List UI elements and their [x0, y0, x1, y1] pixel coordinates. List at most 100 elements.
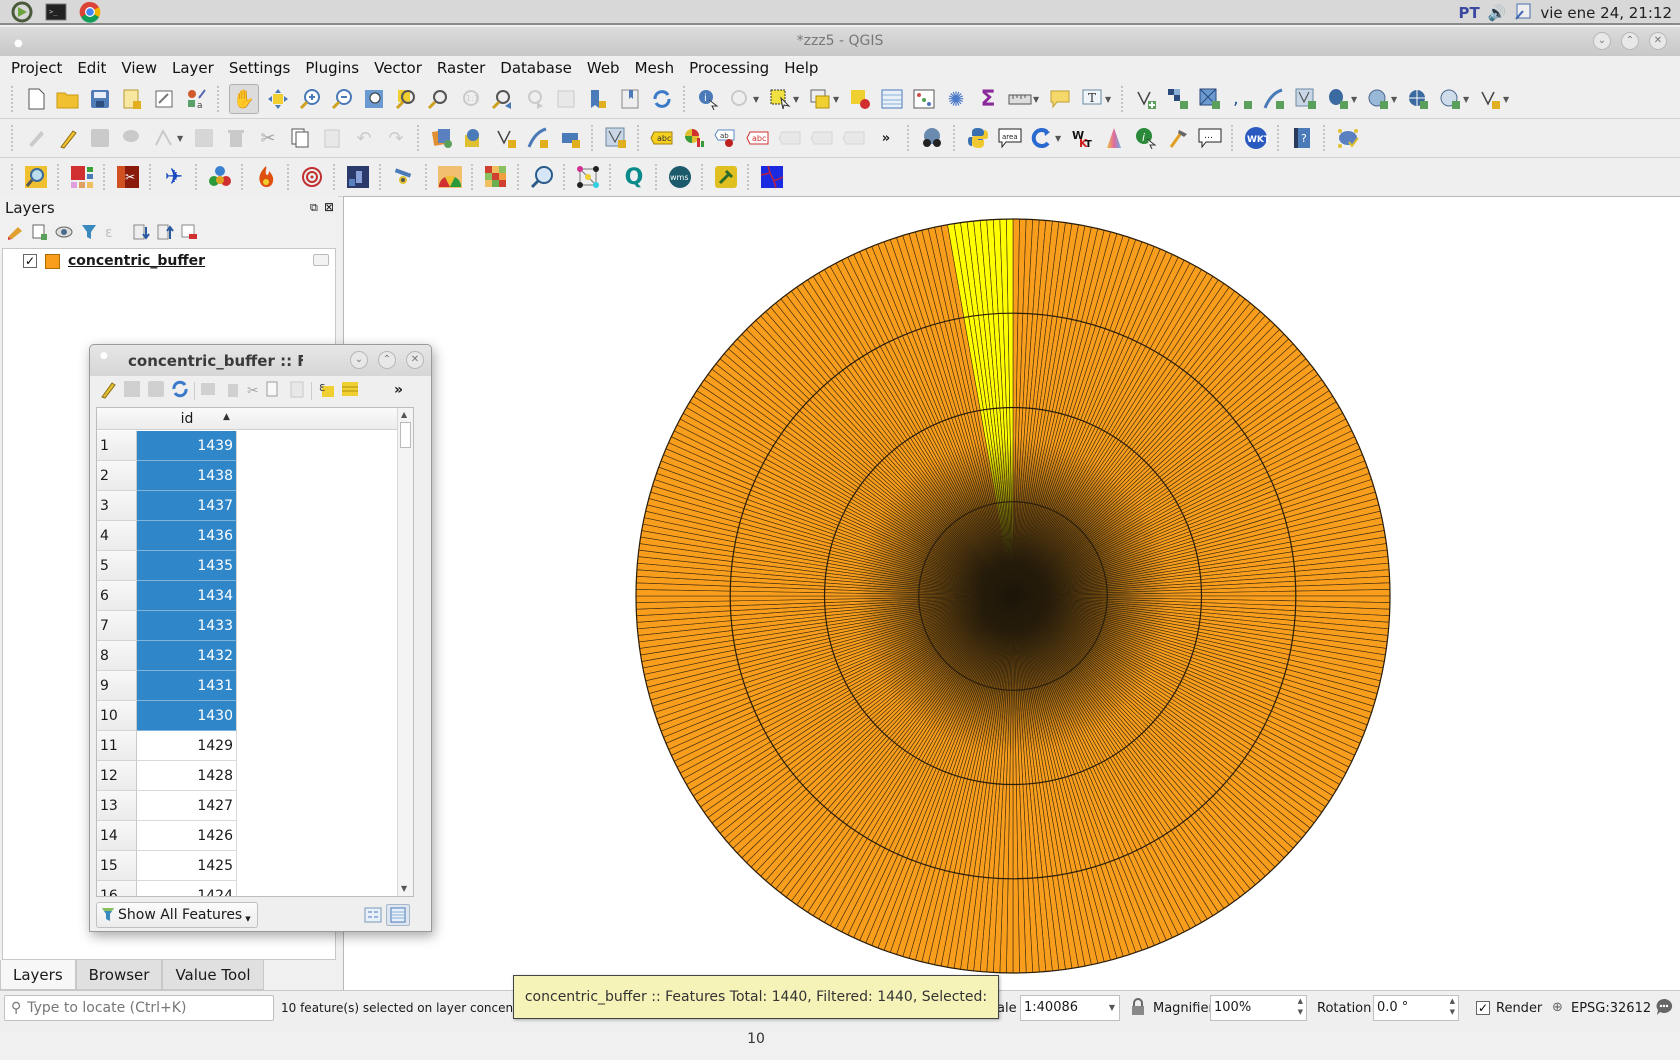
- identify-features-icon[interactable]: i: [695, 86, 721, 112]
- style-layer-icon[interactable]: [6, 223, 24, 245]
- layer-symbol-swatch[interactable]: [45, 253, 60, 269]
- toolbar-handle[interactable]: [563, 164, 567, 190]
- row-header[interactable]: 7: [97, 611, 137, 641]
- terminal-icon[interactable]: >_: [44, 1, 68, 23]
- show-bookmarks-icon[interactable]: [617, 86, 643, 112]
- open-project-icon[interactable]: [55, 86, 81, 112]
- undo-icon[interactable]: ↶: [351, 125, 377, 151]
- lock-scale-icon[interactable]: [1131, 998, 1145, 1020]
- close-button[interactable]: ✕: [1649, 32, 1667, 50]
- run-feature-action-icon[interactable]: [727, 86, 753, 112]
- row-header[interactable]: 3: [97, 491, 137, 521]
- remove-layer-icon[interactable]: [180, 223, 198, 245]
- new-memory-layer-icon[interactable]: [557, 125, 583, 151]
- layout-manager-icon[interactable]: [151, 86, 177, 112]
- chevron-down-icon[interactable]: ▼: [753, 95, 761, 104]
- multi-edit-icon[interactable]: [122, 379, 142, 403]
- toolbar-handle[interactable]: [149, 164, 153, 190]
- column-header-id[interactable]: id: [137, 408, 237, 430]
- chevron-down-icon[interactable]: ▼: [1033, 95, 1041, 104]
- menu-mesh[interactable]: Mesh: [635, 59, 675, 77]
- save-edits-icon[interactable]: [146, 379, 166, 403]
- toggle-editing-icon[interactable]: [98, 379, 118, 403]
- pin-labels-icon[interactable]: ab: [713, 125, 739, 151]
- menu-database[interactable]: Database: [500, 59, 572, 77]
- heatmap-plugin-icon[interactable]: [253, 164, 279, 190]
- chevron-down-icon[interactable]: ▼: [177, 134, 185, 143]
- attr-minimize-button[interactable]: ⌄: [350, 351, 368, 369]
- row-header[interactable]: 6: [97, 581, 137, 611]
- cell-id[interactable]: 1429: [137, 731, 237, 761]
- row-header[interactable]: 12: [97, 761, 137, 791]
- table-row[interactable]: 8 1432: [97, 641, 397, 671]
- map-tips-icon[interactable]: [1047, 86, 1073, 112]
- add-postgis-layer-icon[interactable]: [1325, 86, 1351, 112]
- table-row[interactable]: 2 1438: [97, 461, 397, 491]
- chevron-down-icon[interactable]: ▼: [833, 95, 841, 104]
- add-group-icon[interactable]: [30, 223, 48, 245]
- row-header[interactable]: 15: [97, 851, 137, 881]
- row-header[interactable]: 16: [97, 881, 137, 896]
- row-header[interactable]: 1: [97, 431, 137, 461]
- toolbar-handle[interactable]: [591, 125, 595, 151]
- zoom-to-layer-icon[interactable]: [425, 86, 451, 112]
- refresh-icon[interactable]: [649, 86, 675, 112]
- cell-id[interactable]: 1439: [137, 431, 237, 461]
- paste-icon[interactable]: [287, 379, 307, 403]
- table-row[interactable]: 4 1436: [97, 521, 397, 551]
- zoom-full-icon[interactable]: [361, 86, 387, 112]
- cell-id[interactable]: 1436: [137, 521, 237, 551]
- keyboard-layout-indicator[interactable]: PT: [1458, 4, 1479, 22]
- quickmapservices-icon[interactable]: Q: [621, 164, 647, 190]
- maximize-button[interactable]: ⌃: [1621, 32, 1639, 50]
- row-header[interactable]: 14: [97, 821, 137, 851]
- table-row[interactable]: 10 1430: [97, 701, 397, 731]
- menu-settings[interactable]: Settings: [229, 59, 291, 77]
- cell-id[interactable]: 1435: [137, 551, 237, 581]
- cell-id[interactable]: 1428: [137, 761, 237, 791]
- cell-id[interactable]: 1431: [137, 671, 237, 701]
- quickwkt-icon[interactable]: WKT: [1069, 125, 1095, 151]
- raster-tools-icon[interactable]: [69, 164, 95, 190]
- deselect-all-icon[interactable]: [847, 86, 873, 112]
- cell-id[interactable]: 1426: [137, 821, 237, 851]
- chevron-down-icon[interactable]: ▼: [1055, 134, 1063, 143]
- text-annotation-icon[interactable]: T: [1079, 86, 1105, 112]
- chrome-icon[interactable]: [78, 1, 102, 23]
- new-shapefile-layer-icon[interactable]: [1477, 86, 1503, 112]
- cell-id[interactable]: 1434: [137, 581, 237, 611]
- add-raster-layer-icon[interactable]: [1165, 86, 1191, 112]
- statistical-summary-icon[interactable]: Σ: [975, 86, 1001, 112]
- diagram-options-icon[interactable]: [681, 125, 707, 151]
- table-row[interactable]: 3 1437: [97, 491, 397, 521]
- chevron-down-icon[interactable]: ▼: [1391, 95, 1399, 104]
- rotation-spinbox[interactable]: 0.0 ° ▲ ▼: [1373, 995, 1459, 1021]
- toolbar-handle[interactable]: [417, 125, 421, 151]
- table-row[interactable]: 6 1434: [97, 581, 397, 611]
- toggle-editing-icon[interactable]: [55, 125, 81, 151]
- toolbar-handle[interactable]: [655, 164, 659, 190]
- attribute-table-titlebar[interactable]: ● concentric_buffer :: Features T ⌄ ⌃ ✕: [90, 345, 431, 376]
- toolbar-handle[interactable]: [953, 125, 957, 151]
- toolbar-handle[interactable]: [241, 164, 245, 190]
- table-view-icon[interactable]: [386, 904, 410, 926]
- zoom-native-icon[interactable]: 1:1: [457, 86, 483, 112]
- toolbar-handle[interactable]: [747, 164, 751, 190]
- mosaic-plugin-icon[interactable]: [483, 164, 509, 190]
- add-virtual-layer-icon[interactable]: [1293, 86, 1319, 112]
- toolbar-handle[interactable]: [195, 164, 199, 190]
- cell-id[interactable]: 1437: [137, 491, 237, 521]
- delete-selected-icon[interactable]: [223, 125, 249, 151]
- add-wms-layer-icon[interactable]: [1365, 86, 1391, 112]
- tab-value-tool[interactable]: Value Tool: [162, 960, 264, 990]
- geo-search-icon[interactable]: [919, 125, 945, 151]
- minimize-button[interactable]: ⌄: [1593, 32, 1611, 50]
- table-row[interactable]: 12 1428: [97, 761, 397, 791]
- add-vector-layer-icon[interactable]: [1133, 86, 1159, 112]
- cell-id[interactable]: 1427: [137, 791, 237, 821]
- scale-combobox[interactable]: 1:40086 ▼: [1020, 995, 1120, 1021]
- clock[interactable]: vie ene 24, 21:12: [1540, 4, 1672, 22]
- build-tool-icon[interactable]: [1165, 125, 1191, 151]
- crs-button[interactable]: EPSG:32612: [1571, 1001, 1651, 1016]
- row-header[interactable]: 5: [97, 551, 137, 581]
